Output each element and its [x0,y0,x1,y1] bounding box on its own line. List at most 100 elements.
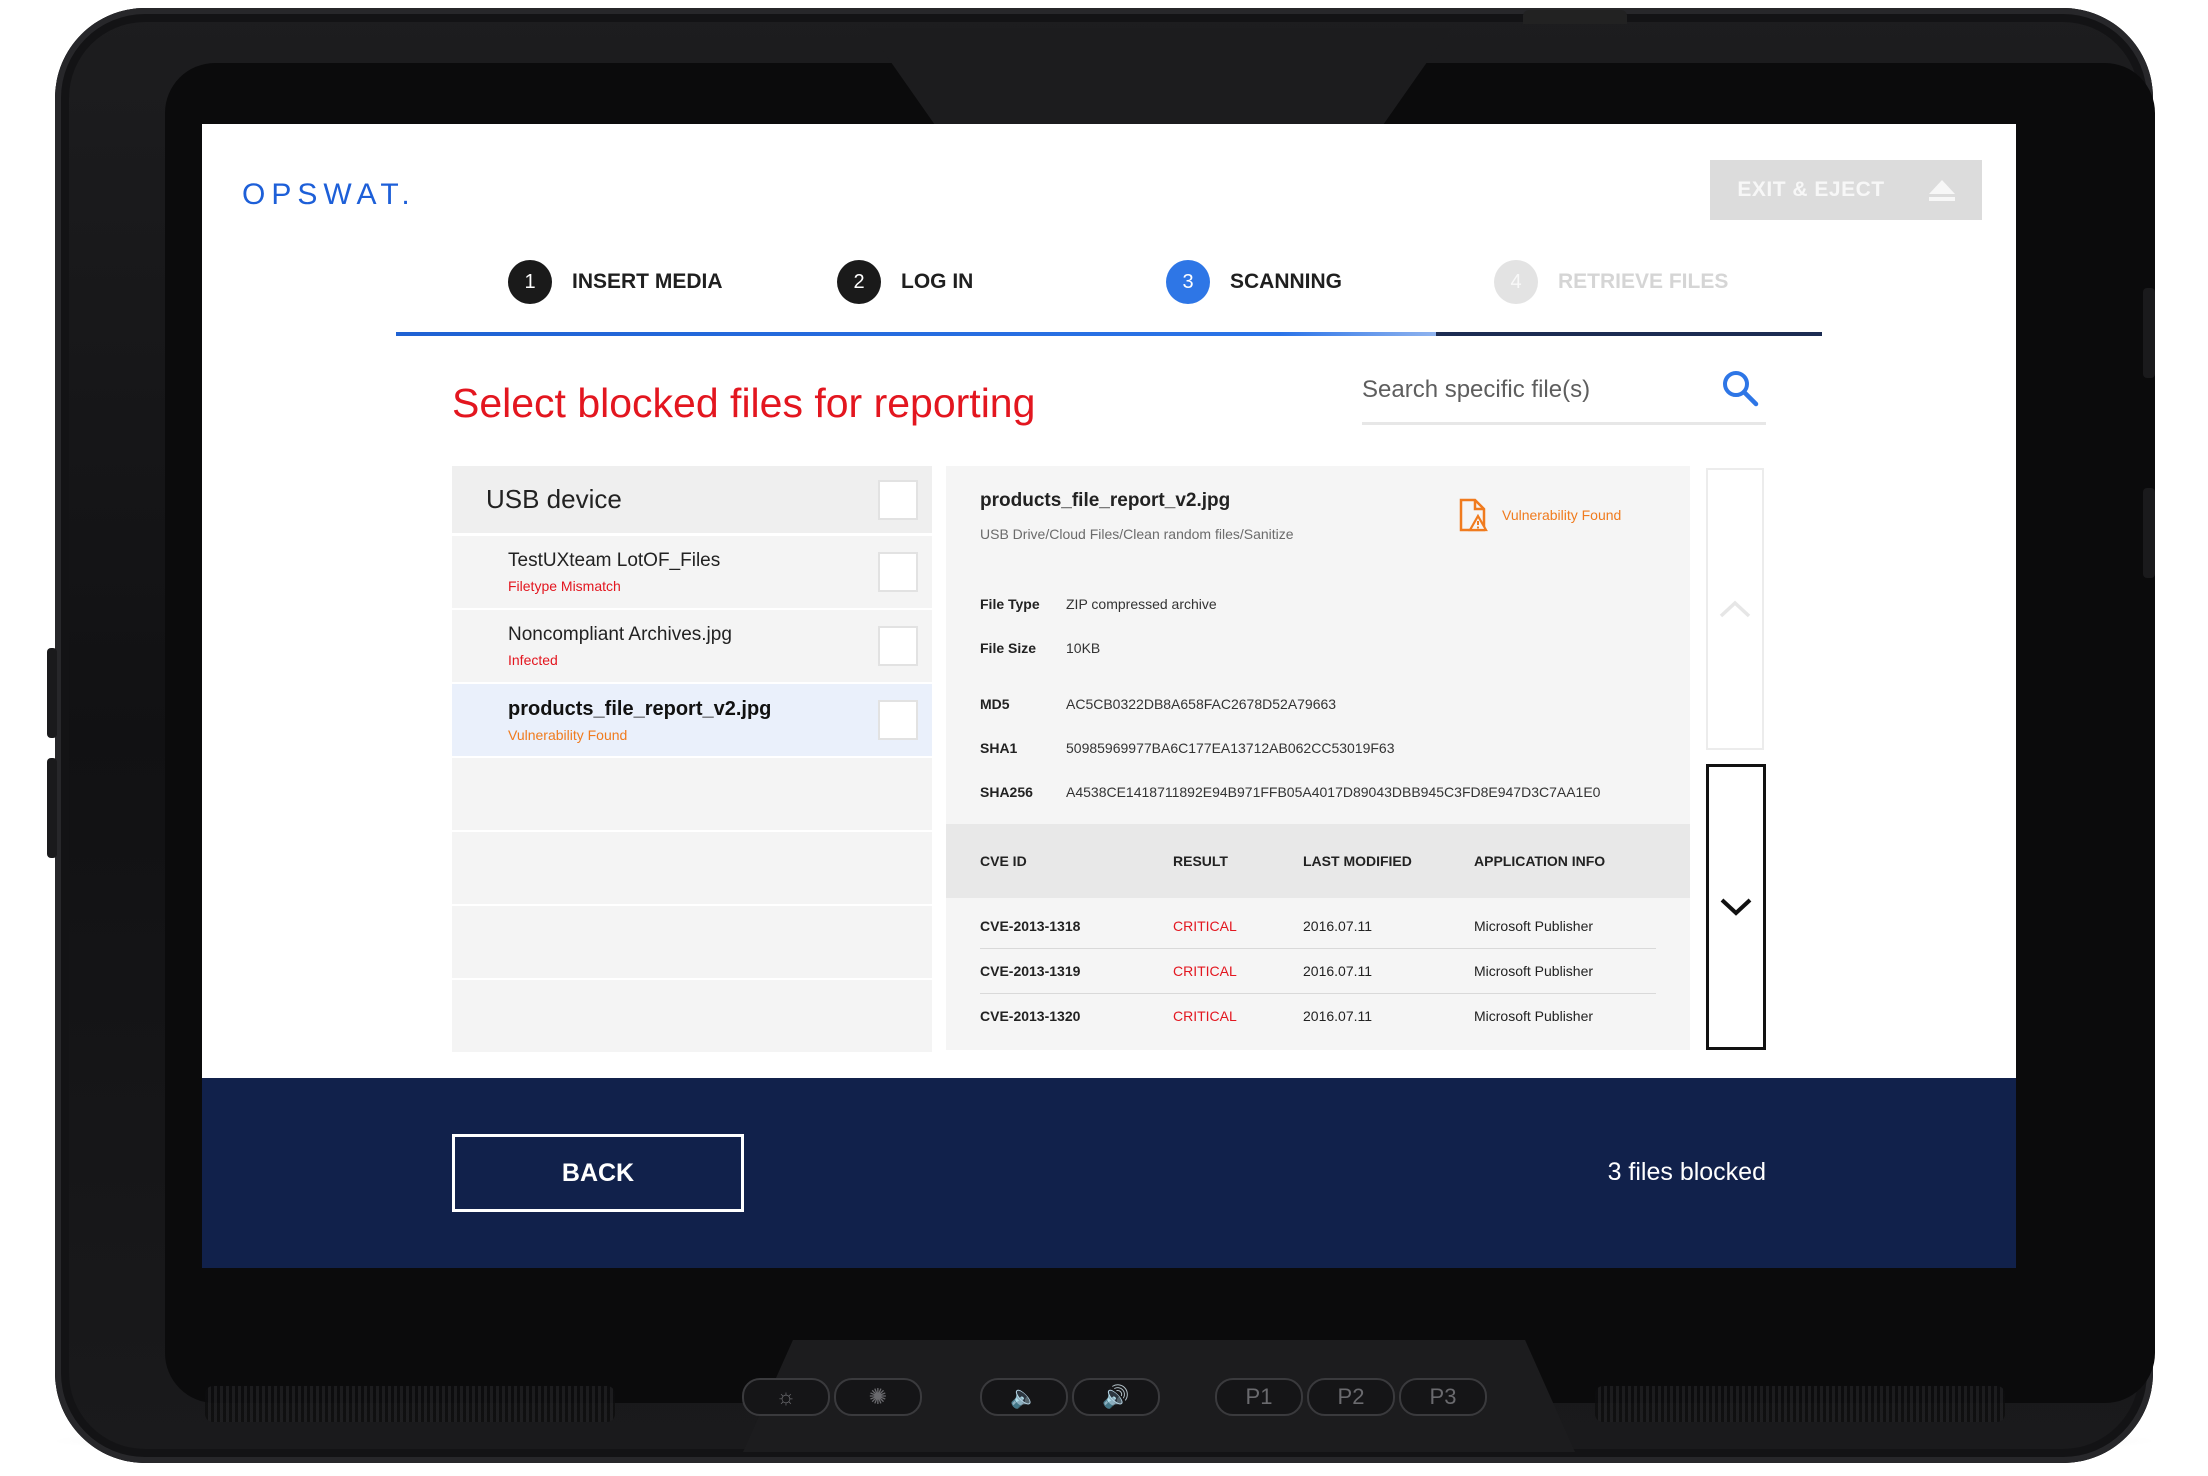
file-name: products_file_report_v2.jpg [508,697,772,720]
group-label: USB device [486,484,622,514]
cve-app: Microsoft Publisher [1474,963,1594,979]
chevron-up-icon [1719,600,1751,618]
detail-file-path: USB Drive/Cloud Files/Clean random files… [980,526,1294,542]
camera-notch [867,28,1451,128]
file-checkbox[interactable] [878,552,918,592]
brightness-buttons: ☼ ✺ [742,1378,922,1416]
cve-result: CRITICAL [1173,918,1237,934]
eject-icon [1928,179,1955,201]
exit-eject-label: EXIT & EJECT [1737,178,1885,201]
cve-result: CRITICAL [1173,963,1237,979]
file-details-panel: products_file_report_v2.jpg USB Drive/Cl… [946,466,1690,1050]
speaker-grill-right [1595,1386,2005,1422]
file-checkbox[interactable] [878,700,918,740]
left-side-button [47,648,57,738]
search-input[interactable] [1362,370,1692,410]
md5-label: MD5 [980,696,1010,712]
step-label: SCANNING [1230,270,1343,293]
step-label: LOG IN [901,270,974,293]
file-warning-icon [1459,498,1488,532]
left-side-button-2 [47,758,57,858]
sha256-label: SHA256 [980,784,1033,800]
blocked-file-list: USB device TestUXteam LotOF_Files Filety… [452,466,932,1054]
select-all-checkbox[interactable] [878,479,918,520]
blocked-count: 3 files blocked [1607,1158,1766,1186]
back-button[interactable]: BACK [452,1134,744,1212]
file-checkbox[interactable] [878,626,918,666]
file-size-value: 10KB [1066,640,1101,656]
cve-table-body: CVE-2013-1318 CRITICAL 2016.07.11 Micros… [980,904,1656,1038]
step-number: 1 [508,260,552,304]
scroll-down-button[interactable] [1706,764,1766,1050]
sha1-label: SHA1 [980,740,1018,756]
brightness-up-button[interactable]: ✺ [834,1378,922,1416]
step-scanning: 3 SCANNING [1166,260,1342,304]
file-row[interactable]: Noncompliant Archives.jpg Infected [452,610,932,684]
search-box [1362,364,1766,425]
sha256-row: SHA256 A4538CE1418711892E94B971FFB05A401… [980,784,1600,800]
empty-row [452,906,932,980]
scroll-up-button[interactable] [1706,468,1764,750]
page-title: Select blocked files for reporting [452,380,1036,426]
footer-bar: BACK 3 files blocked [202,1078,2016,1268]
top-bump [1523,10,1627,24]
p1-button[interactable]: P1 [1215,1378,1303,1416]
step-log-in: 2 LOG IN [837,260,973,304]
file-size-row: File Size 10KB [980,640,1100,656]
cve-id: CVE-2013-1318 [980,918,1081,934]
file-type-value: ZIP compressed archive [1066,596,1217,612]
empty-row [452,832,932,906]
right-side-button [2143,288,2155,378]
col-header-last-modified: LAST MODIFIED [1303,853,1412,869]
file-status: Vulnerability Found [508,726,628,743]
opswat-logo: OPSWAT. [242,178,416,211]
file-size-label: File Size [980,640,1037,656]
cve-modified: 2016.07.11 [1303,963,1373,979]
step-number: 3 [1166,260,1210,304]
progress-stepper: 1 INSERT MEDIA 2 LOG IN 3 SCANNING 4 RET… [396,260,1822,336]
table-row: CVE-2013-1320 CRITICAL 2016.07.11 Micros… [980,994,1656,1038]
file-status: Infected [508,652,558,668]
step-number: 4 [1494,260,1538,304]
kiosk-screen: OPSWAT. EXIT & EJECT 1 INSERT MEDIA 2 LO… [202,124,2016,1268]
vulnerability-badge-label: Vulnerability Found [1502,507,1622,523]
cve-app: Microsoft Publisher [1474,1008,1594,1024]
table-row: CVE-2013-1318 CRITICAL 2016.07.11 Micros… [980,904,1656,949]
sha256-value: A4538CE1418711892E94B971FFB05A4017D89043… [1066,784,1601,800]
file-name: TestUXteam LotOF_Files [508,550,721,571]
step-insert-media: 1 INSERT MEDIA [508,260,723,304]
col-header-cve-id: CVE ID [980,853,1027,869]
usb-device-group[interactable]: USB device [452,466,932,536]
brightness-down-button[interactable]: ☼ [742,1378,830,1416]
md5-row: MD5 AC5CB0322DB8A658FAC2678D52A79663 [980,696,1336,712]
cve-modified: 2016.07.11 [1303,918,1373,934]
volume-down-button[interactable]: 🔈 [980,1378,1068,1416]
cve-modified: 2016.07.11 [1303,1008,1373,1024]
chevron-down-icon [1720,898,1752,916]
file-row[interactable]: TestUXteam LotOF_Files Filetype Mismatch [452,536,932,610]
volume-buttons: 🔈 🔊 [980,1378,1160,1416]
cve-id: CVE-2013-1320 [980,1008,1081,1024]
empty-row [452,980,932,1054]
cve-app: Microsoft Publisher [1474,918,1594,934]
detail-file-name: products_file_report_v2.jpg [980,490,1231,511]
right-side-button-2 [2143,488,2155,578]
cve-table-header: CVE ID RESULT LAST MODIFIED APPLICATION … [946,824,1690,898]
vulnerability-badge: Vulnerability Found [1458,498,1621,532]
exit-eject-button[interactable]: EXIT & EJECT [1710,160,1982,220]
file-name: Noncompliant Archives.jpg [508,624,732,645]
step-label: RETRIEVE FILES [1558,270,1729,293]
col-header-application-info: APPLICATION INFO [1474,853,1606,869]
p2-button[interactable]: P2 [1307,1378,1395,1416]
file-row-selected[interactable]: products_file_report_v2.jpg Vulnerabilit… [452,684,932,758]
sha1-value: 50985969977BA6C177EA13712AB062CC53019F63 [1066,740,1395,756]
sha1-row: SHA1 50985969977BA6C177EA13712AB062CC530… [980,740,1395,756]
volume-up-button[interactable]: 🔊 [1072,1378,1160,1416]
p3-button[interactable]: P3 [1399,1378,1487,1416]
file-status: Filetype Mismatch [508,578,621,594]
col-header-result: RESULT [1173,853,1228,869]
search-icon[interactable] [1720,368,1760,408]
step-retrieve-files: 4 RETRIEVE FILES [1494,260,1728,304]
step-label: INSERT MEDIA [572,270,723,293]
cve-result: CRITICAL [1173,1008,1237,1024]
